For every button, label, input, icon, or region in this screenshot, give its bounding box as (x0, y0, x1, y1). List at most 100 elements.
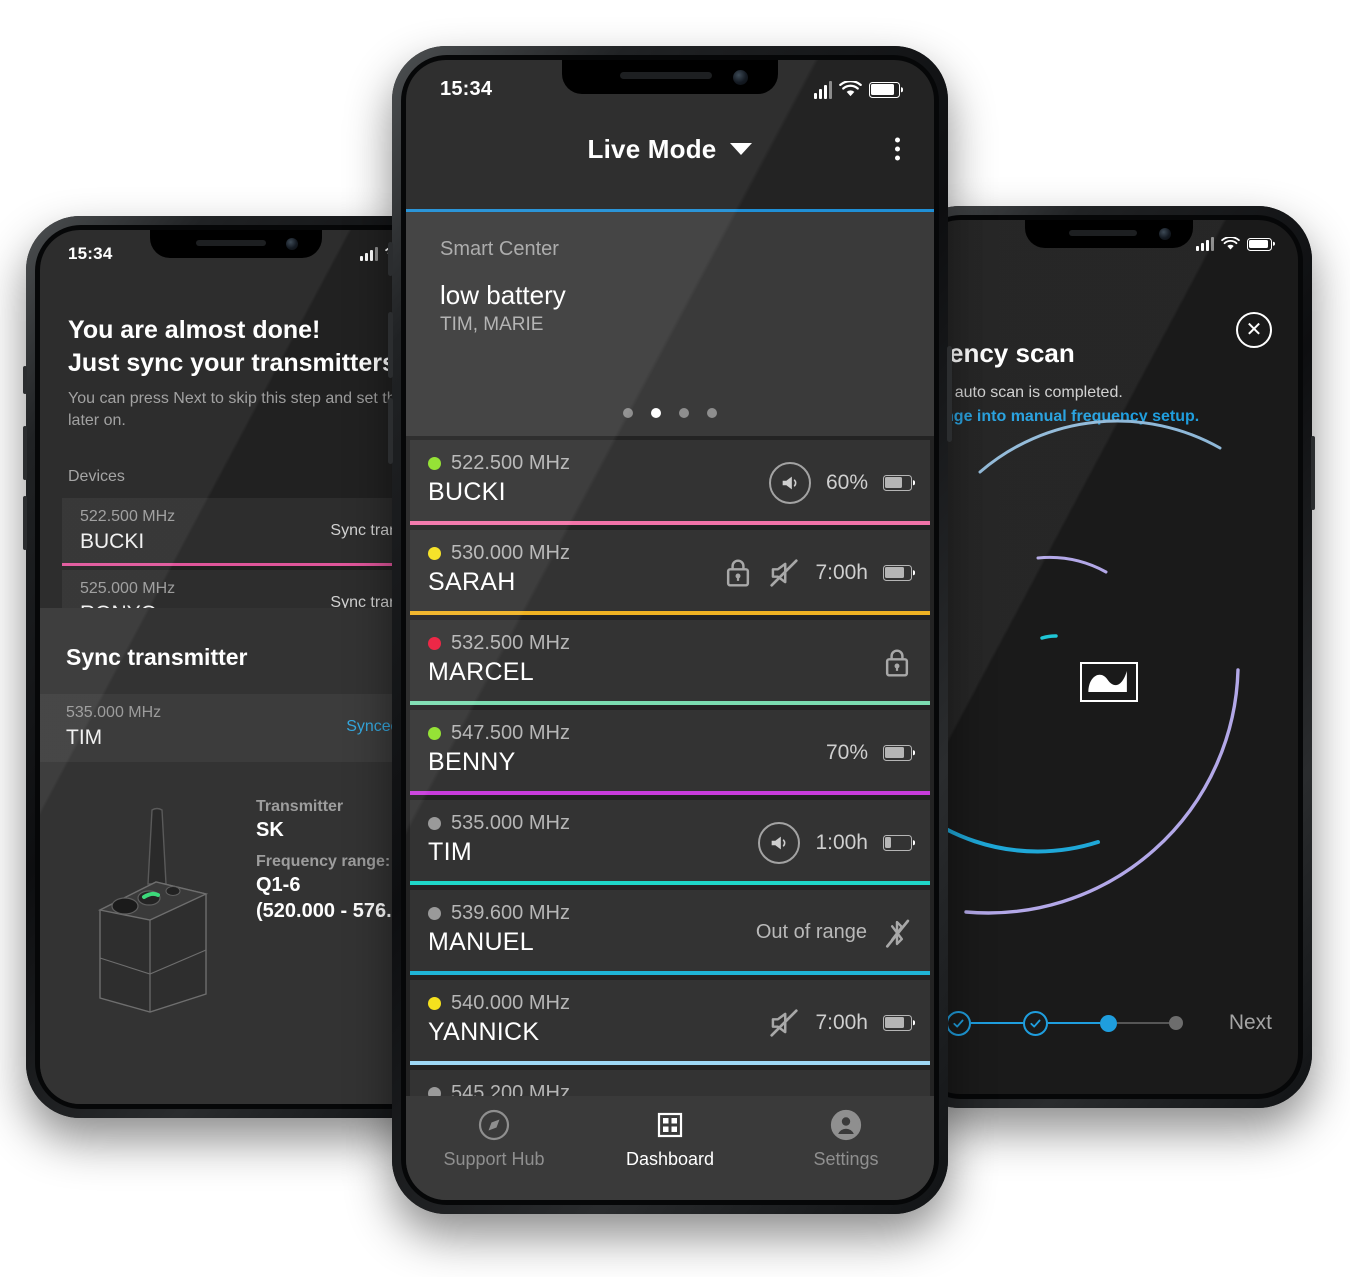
cellular-signal-icon (814, 80, 832, 99)
left-device-frequency: 525.000 MHz (80, 580, 176, 597)
center-status-icons (814, 80, 900, 99)
left-device-frequency: 522.500 MHz (80, 508, 176, 525)
cellular-signal-icon (1196, 237, 1214, 251)
device-accent-bar (410, 701, 930, 705)
device-info: 547.500 MHz BENNY (428, 722, 570, 777)
left-device-row[interactable]: 522.500 MHz BUCKI Sync transmitter (62, 498, 432, 566)
screenshot-stage: 15:34 You are almost done! Just sync you… (0, 0, 1350, 1277)
battery-icon (883, 834, 912, 851)
device-status-dot (428, 457, 441, 470)
device-battery-value: 60% (825, 470, 868, 494)
center-front-camera (733, 70, 748, 85)
step-completed-1 (946, 1010, 971, 1036)
sheet-title: Sync transmitter (66, 644, 248, 670)
right-phone-notch (1025, 220, 1193, 248)
center-phone-screen: 15:34 Live Mode Smart Center low battery… (406, 60, 934, 1200)
device-name: BUCKI (428, 478, 506, 506)
mute-icon[interactable] (768, 557, 800, 589)
kebab-menu-icon[interactable] (895, 137, 900, 161)
battery-icon (869, 81, 900, 98)
page-dot-active[interactable] (651, 408, 661, 418)
left-headline: You are almost done! Just sync your tran… (68, 314, 432, 380)
smart-center-page-dots[interactable] (406, 408, 934, 418)
battery-icon (883, 474, 912, 491)
center-phone-mute-switch (388, 242, 393, 276)
device-row[interactable]: 522.500 MHz BUCKI 60% (410, 440, 930, 525)
device-name: BENNY (428, 748, 516, 776)
mute-icon[interactable] (768, 1007, 800, 1039)
left-phone-device: 15:34 You are almost done! Just sync you… (23, 216, 446, 1118)
device-accent-bar (410, 881, 930, 885)
next-button[interactable]: Next (1229, 1011, 1272, 1035)
device-status-dot (428, 907, 441, 920)
sennheiser-logo (1080, 662, 1138, 702)
center-phone-device: 15:34 Live Mode Smart Center low battery… (388, 46, 952, 1214)
device-frequency: 540.000 MHz (451, 992, 570, 1014)
step-connector (1048, 1021, 1100, 1025)
device-row[interactable]: 535.000 MHz TIM 1:00h (410, 800, 930, 885)
left-front-camera (286, 238, 298, 250)
device-accent-bar (410, 791, 930, 795)
device-frequency: 547.500 MHz (451, 722, 570, 744)
sheet-device-row[interactable]: 535.000 MHz TIM Synced! (40, 694, 432, 762)
device-accent-bar (410, 1061, 930, 1065)
lock-icon[interactable] (882, 647, 912, 679)
tab-support-hub[interactable]: Support Hub (406, 1108, 582, 1170)
lock-icon[interactable] (723, 557, 753, 589)
wifi-icon (1221, 237, 1240, 250)
device-row[interactable]: 547.500 MHz BENNY 70% (410, 710, 930, 795)
smart-center-card[interactable]: Smart Center low battery TIM, MARIE (406, 212, 934, 436)
battery-icon (1247, 237, 1272, 251)
page-dot[interactable] (679, 408, 689, 418)
left-phone-volume-down (23, 496, 27, 550)
device-battery-value: 70% (825, 740, 868, 764)
device-status-dot (428, 547, 441, 560)
center-phone-notch (562, 60, 778, 94)
device-accent-bar (410, 521, 930, 525)
speaker-icon[interactable] (768, 461, 811, 504)
center-phone-volume-down (388, 398, 393, 464)
tab-settings[interactable]: Settings (758, 1108, 934, 1170)
device-frequency-line: 539.600 MHz (428, 902, 570, 925)
device-status-dot (428, 997, 441, 1010)
page-dot[interactable] (623, 408, 633, 418)
device-indicators: 60% (768, 440, 912, 525)
center-phone-power-button (947, 346, 952, 442)
right-phone-screen: 15:34 ✕ frequency scan wait until auto s… (920, 220, 1298, 1094)
bottom-tab-bar[interactable]: Support Hub Dashboard Settings (406, 1096, 934, 1200)
device-status-dot (428, 817, 441, 830)
device-row[interactable]: 532.500 MHz MARCEL (410, 620, 930, 705)
grid-icon (657, 1112, 683, 1138)
device-name: SARAH (428, 568, 516, 596)
device-row[interactable]: 539.600 MHz MANUEL Out of range (410, 890, 930, 975)
speaker-icon[interactable] (758, 821, 801, 864)
sheet-device-name: TIM (66, 726, 103, 749)
device-info: 532.500 MHz MARCEL (428, 632, 570, 687)
center-phone-volume-up (388, 312, 393, 378)
device-frequency-line: 535.000 MHz (428, 812, 570, 835)
bluetooth-off-icon (885, 919, 910, 948)
right-footer: Next (920, 994, 1298, 1052)
device-frequency: 530.000 MHz (451, 542, 570, 564)
page-dot[interactable] (707, 408, 717, 418)
device-battery-value: 1:00h (815, 830, 868, 854)
left-section-label: Devices (68, 468, 125, 485)
page-title: Live Mode (587, 133, 717, 164)
chevron-down-icon[interactable] (730, 143, 753, 155)
center-app-header: Live Mode (406, 116, 934, 182)
right-status-icons (1196, 237, 1272, 251)
left-earpiece-speaker (196, 240, 266, 246)
right-front-camera (1159, 228, 1171, 240)
tab-dashboard[interactable]: Dashboard (582, 1108, 758, 1170)
step-connector-inactive (1117, 1021, 1169, 1025)
device-frequency-line: 540.000 MHz (428, 992, 570, 1015)
device-indicators: 7:00h (768, 980, 912, 1065)
close-icon[interactable]: ✕ (1236, 312, 1272, 348)
device-row[interactable]: 540.000 MHz YANNICK 7:00h (410, 980, 930, 1065)
left-phone-screen: 15:34 You are almost done! Just sync you… (40, 230, 432, 1104)
device-accent-bar (410, 971, 930, 975)
device-row[interactable]: 530.000 MHz SARAH 7:00h (410, 530, 930, 615)
device-name: MARCEL (428, 658, 534, 686)
device-indicators: 7:00h (723, 530, 912, 615)
device-list[interactable]: 522.500 MHz BUCKI 60% 530.000 MHz SARAH … (406, 440, 934, 1126)
